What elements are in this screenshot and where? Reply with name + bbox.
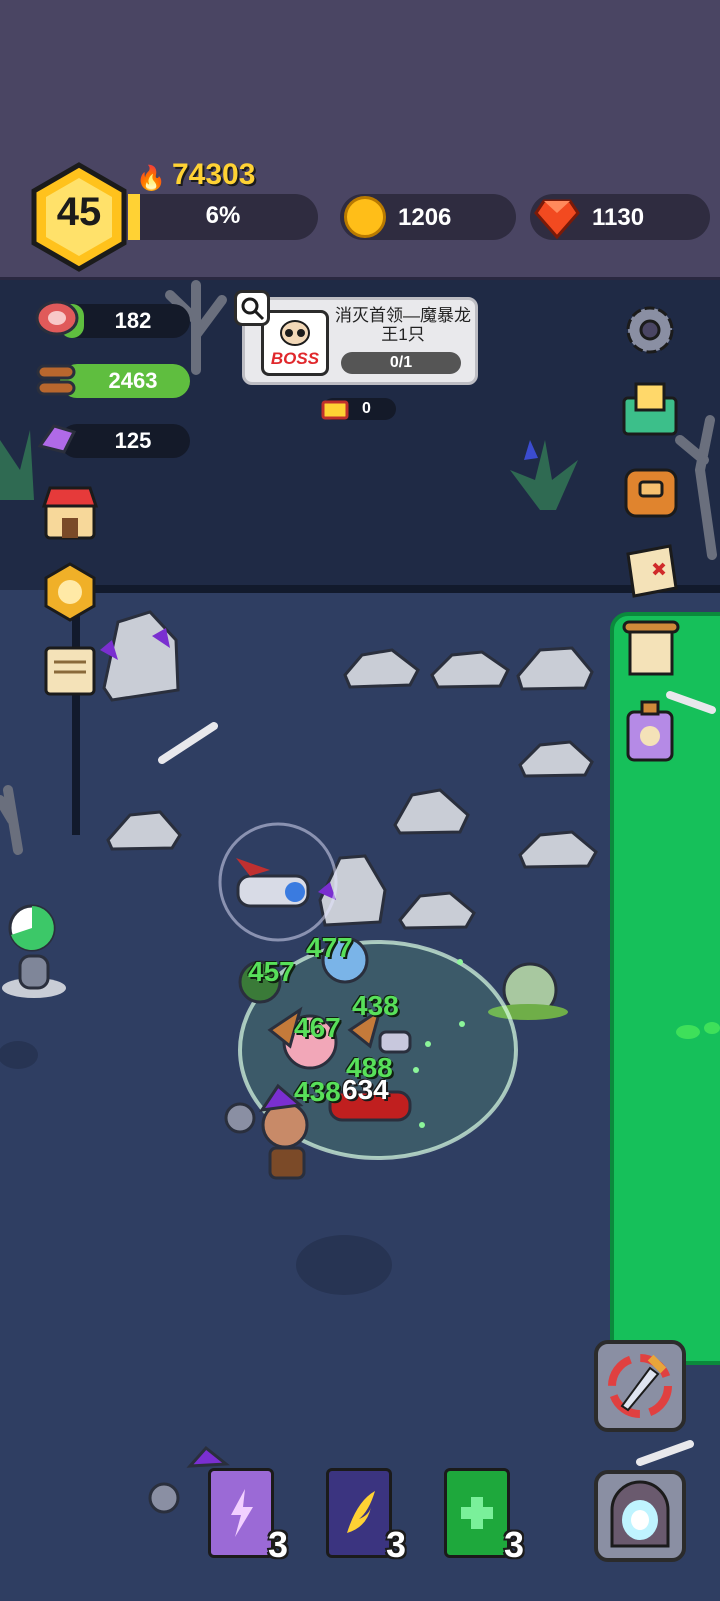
scroll-icon[interactable]: [38, 640, 102, 702]
wood-value: 2463: [108, 368, 158, 393]
damage-number: 477: [306, 932, 353, 963]
settings-icon[interactable]: [620, 300, 680, 360]
magnifier-icon[interactable]: [234, 290, 270, 326]
boss-label: BOSS: [270, 349, 320, 368]
game-screen: 45 🔥 74303 6% 1206 1130 182 2463 125 BOS…: [0, 0, 720, 1601]
wood-icon: [36, 364, 76, 396]
damage-number: 438: [294, 1076, 341, 1107]
damage-number: 457: [248, 956, 295, 987]
sword-swap-icon: [608, 1354, 672, 1418]
xp-percent: 6%: [205, 202, 241, 229]
map-icon[interactable]: [620, 540, 682, 602]
boss-quest-panel[interactable]: BOSS 消灭首领—魔暴龙王1只 0/1: [242, 297, 478, 385]
player-level: 45: [56, 190, 102, 234]
gem-icon: [534, 199, 580, 240]
crystal-value: 125: [114, 428, 152, 453]
potion-icon[interactable]: [622, 698, 678, 764]
xp-bar: 6%: [128, 194, 318, 240]
chest-counter: 0: [321, 398, 396, 420]
heal-book[interactable]: [444, 1468, 510, 1558]
gold-value: 1206: [398, 204, 452, 231]
crystal-icon: [37, 424, 77, 454]
chest-count: 0: [362, 400, 371, 417]
gem-value: 1130: [592, 204, 645, 231]
quest-scroll-icon[interactable]: [620, 618, 682, 682]
damage-number: 467: [294, 1012, 341, 1043]
portal-button[interactable]: [594, 1470, 686, 1562]
chest-icon: [321, 400, 349, 420]
medal-icon[interactable]: [40, 560, 100, 624]
portal-icon: [610, 1480, 670, 1548]
wing-book-count: 3: [386, 1524, 407, 1565]
mail-icon[interactable]: [618, 378, 682, 440]
lightning-icon: [231, 1489, 253, 1537]
damage-number-crit: 634: [342, 1074, 389, 1105]
backpack-icon[interactable]: [620, 460, 682, 520]
shop-icon[interactable]: [40, 482, 100, 542]
meat-icon: [35, 300, 79, 336]
meat-value: 182: [114, 308, 152, 333]
combat-power: 74303: [172, 158, 256, 191]
magnifier-glyph: [241, 297, 265, 321]
quest-title: 消灭首领—魔暴龙王1只: [335, 306, 471, 344]
heal-book-count: 3: [504, 1524, 525, 1565]
skull-icon: [280, 320, 310, 346]
coin-icon: [344, 196, 386, 238]
wing-book[interactable]: [326, 1468, 392, 1558]
boss-badge: BOSS: [261, 310, 329, 376]
quest-progress: 0/1: [341, 352, 461, 374]
damage-number: 438: [352, 990, 399, 1021]
lightning-book-count: 3: [268, 1524, 289, 1565]
heal-cross-icon: [461, 1497, 493, 1529]
fire-icon: 🔥: [136, 165, 166, 192]
wing-icon: [347, 1491, 375, 1533]
sword-swap-button[interactable]: [594, 1340, 686, 1432]
lightning-book[interactable]: [208, 1468, 274, 1558]
